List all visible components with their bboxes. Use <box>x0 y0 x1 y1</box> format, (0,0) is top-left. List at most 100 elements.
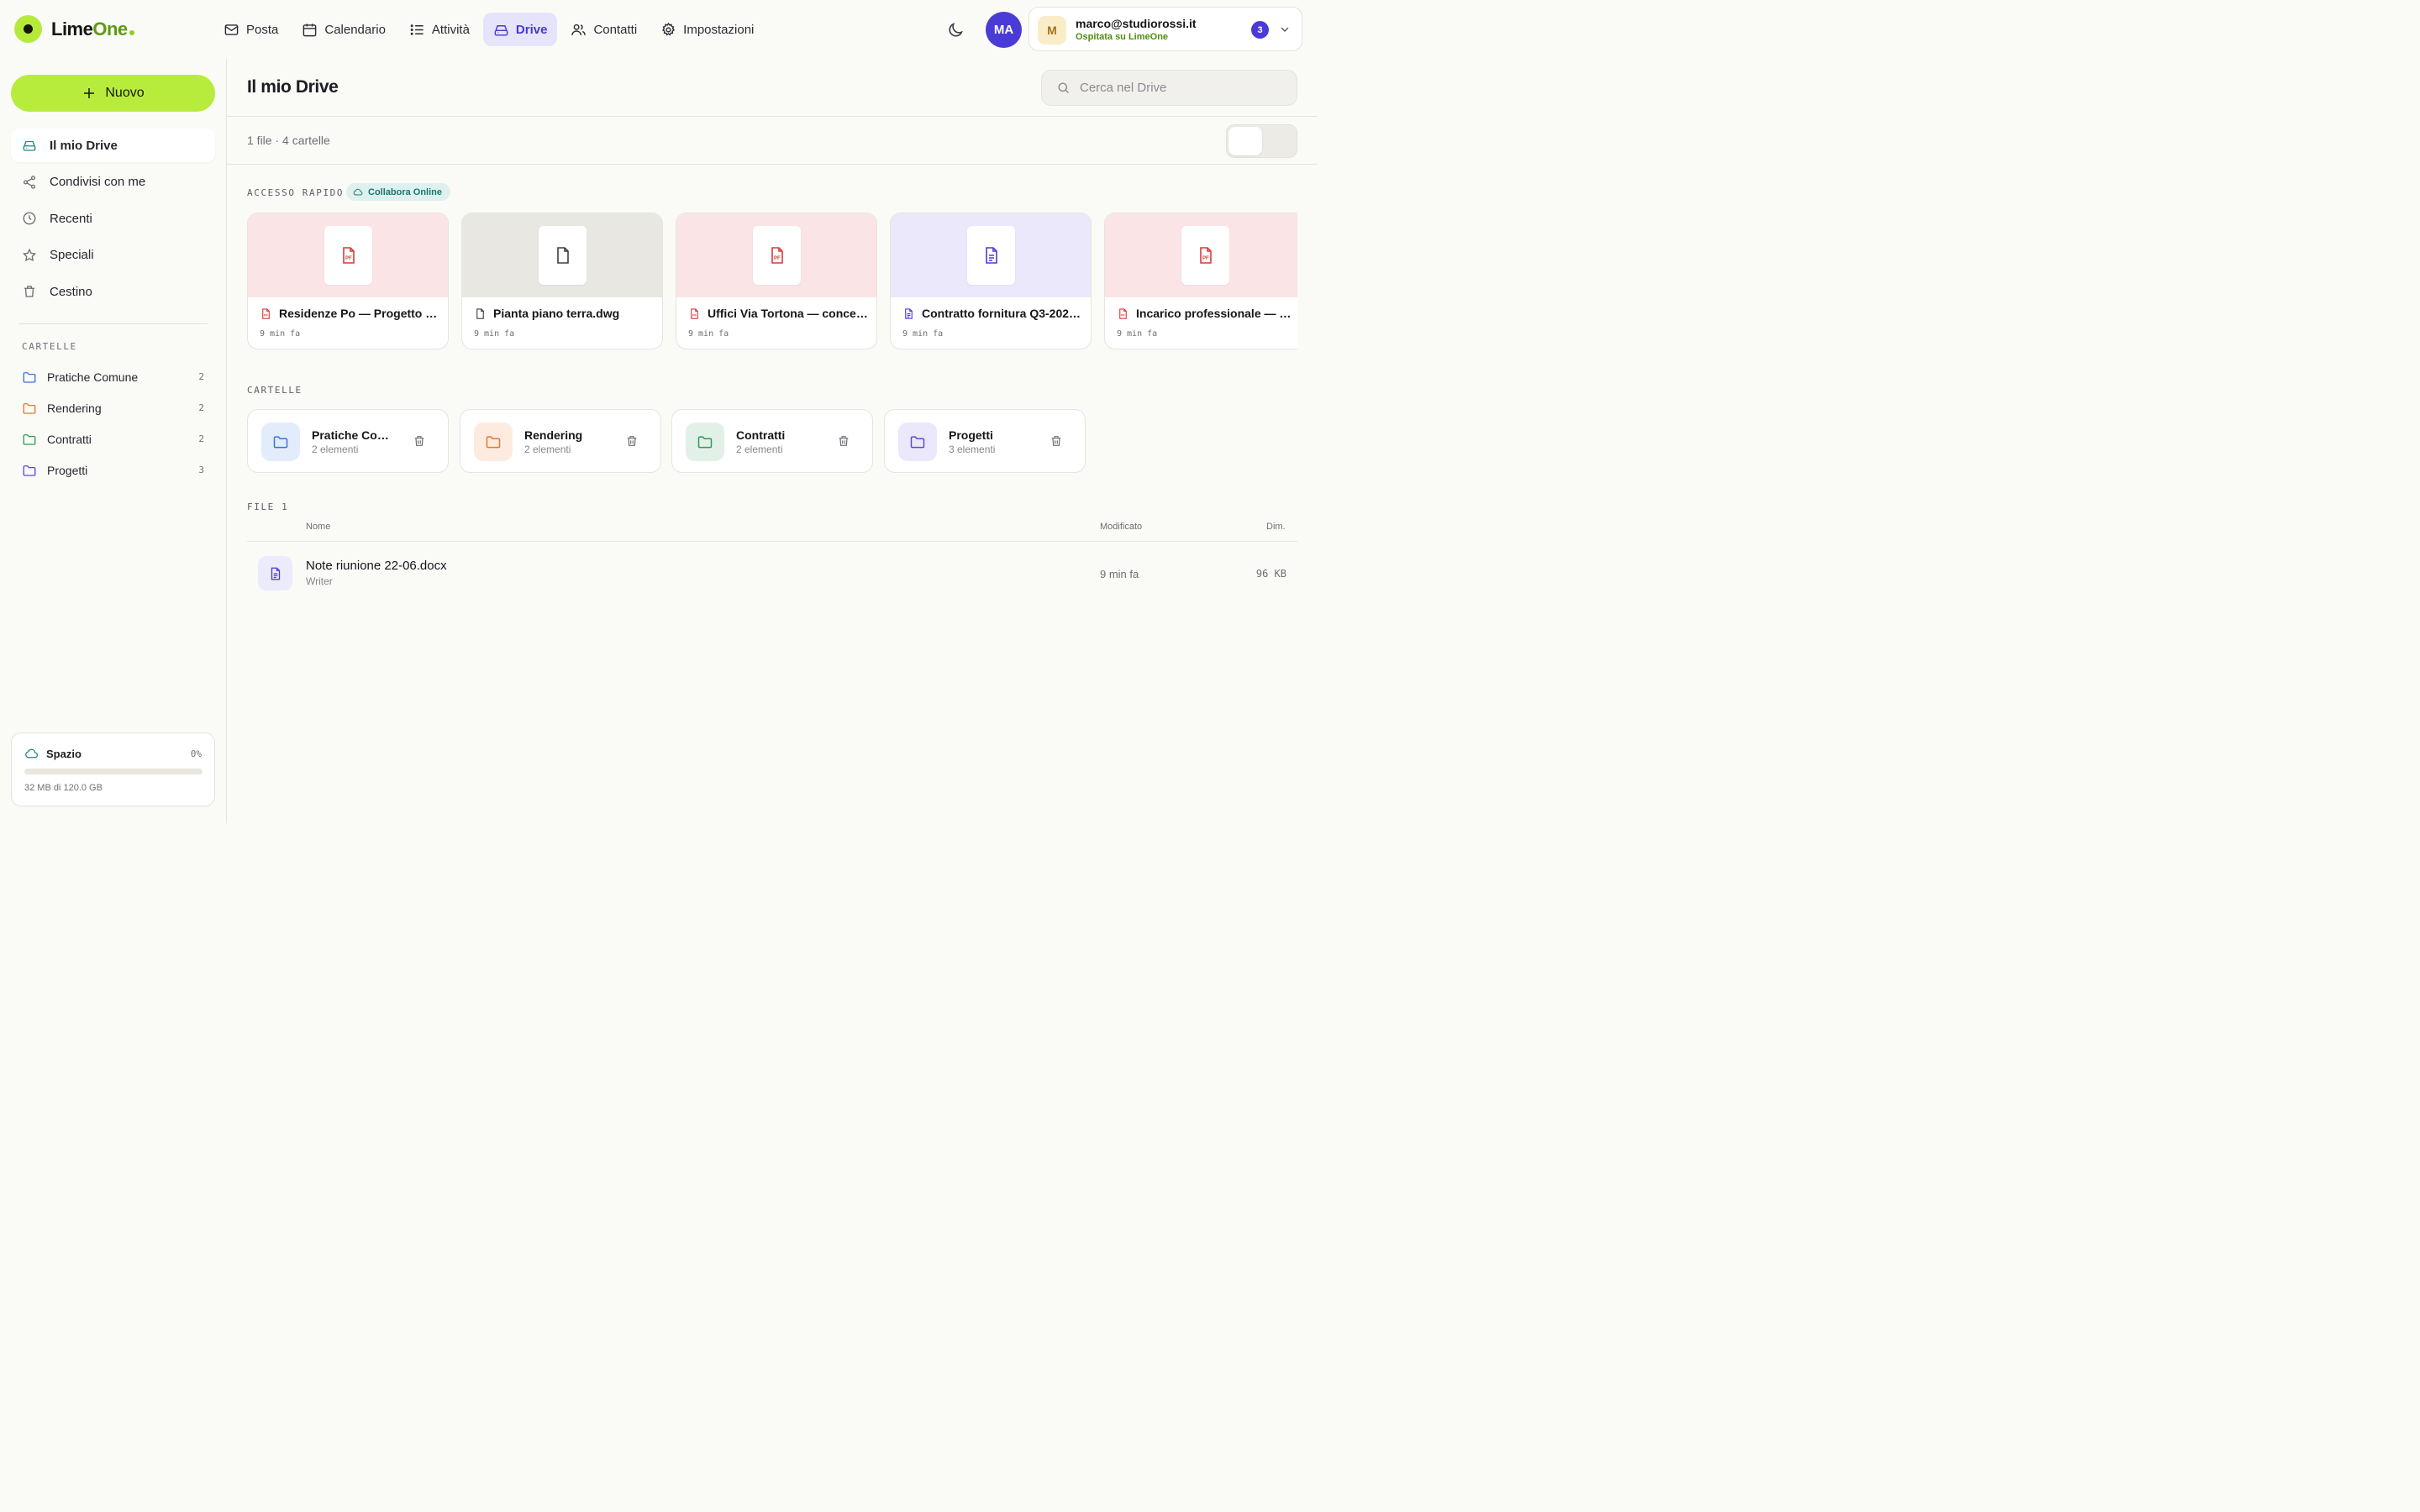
trash-icon[interactable] <box>837 434 850 448</box>
storage-progress-bar <box>24 769 203 774</box>
file-icon <box>556 247 569 264</box>
storage-label: Spazio <box>46 748 82 760</box>
file-size: 96 KB <box>1255 568 1286 580</box>
top-bar: LimeOne Posta Calendario Attività Drive … <box>0 0 1318 59</box>
sidebar-folder-progetti[interactable]: Progetti 3 <box>11 454 215 486</box>
share-icon <box>23 175 36 189</box>
quick-card[interactable]: PF PF Incarico professionale — H.pdf 9 mi… <box>1104 213 1297 349</box>
files-count: 1 <box>281 501 289 512</box>
column-header-modified[interactable]: Modificato <box>1100 522 1142 532</box>
calendar-icon <box>303 23 317 36</box>
account-switcher[interactable]: M marco@studiorossi.it Ospitata su LimeO… <box>1028 7 1302 51</box>
sidebar-item-shared[interactable]: Condivisi con me <box>11 165 215 199</box>
sidebar-item-recent[interactable]: Recenti <box>11 202 215 235</box>
folder-icon <box>910 436 925 449</box>
quick-card-thumbnail: PF <box>248 213 448 297</box>
file-type: Writer <box>306 575 333 587</box>
new-button[interactable]: Nuovo <box>11 75 215 112</box>
storage-detail: 32 MB di 120.0 GB <box>24 783 103 793</box>
cloud-icon <box>25 748 39 759</box>
folder-card-rendering[interactable]: Rendering 2 elementi <box>460 409 661 473</box>
star-icon <box>22 248 37 261</box>
sidebar-item-starred[interactable]: Speciali <box>11 239 215 272</box>
folder-count: 2 elementi <box>736 444 783 455</box>
account-email: marco@studiorossi.it <box>1076 17 1197 30</box>
nav-calendario[interactable]: Calendario <box>292 13 396 46</box>
column-header-name[interactable]: Nome <box>306 522 330 532</box>
quick-card-name: Residenze Po — Progetto esecutivo.pdf <box>279 307 439 320</box>
folder-icon-tile <box>898 423 937 461</box>
plus-icon <box>84 88 95 98</box>
brand-logo[interactable]: LimeOne <box>14 15 134 43</box>
folder-icon-tile <box>474 423 513 461</box>
folder-icon-tile <box>261 423 300 461</box>
brand-mark-icon <box>14 15 42 43</box>
folder-icon <box>23 371 36 383</box>
quick-card-name: Incarico professionale — H.pdf <box>1136 307 1297 320</box>
folder-count: 3 elementi <box>949 444 996 455</box>
nav-contatti[interactable]: Contatti <box>560 13 647 46</box>
user-avatar[interactable]: MA <box>986 12 1022 48</box>
quick-card-time: 9 min fa <box>474 329 515 339</box>
list-icon <box>410 24 424 35</box>
sidebar-folder-contratti[interactable]: Contratti 2 <box>11 423 215 454</box>
folder-icon <box>23 402 36 414</box>
sidebar-divider <box>18 323 208 324</box>
search-box[interactable] <box>1041 70 1297 106</box>
drive-summary: 1 file · 4 cartelle <box>247 134 330 147</box>
folder-name: Pratiche Comune <box>312 428 392 442</box>
quick-card[interactable]: PF PF Residenze Po — Progetto esecutivo.p… <box>247 213 449 349</box>
folder-card-contratti[interactable]: Contratti 2 elementi <box>671 409 873 473</box>
quick-card[interactable]: Pianta piano terra.dwg 9 min fa <box>461 213 663 349</box>
folder-icon-tile <box>686 423 724 461</box>
search-icon <box>1058 82 1070 94</box>
storage-widget: Spazio 0% 32 MB di 120.0 GB <box>11 732 215 806</box>
folder-icon <box>273 436 288 449</box>
table-row[interactable]: Note riunione 22-06.docx Writer 9 min fa… <box>247 550 1297 597</box>
quick-card-thumbnail: PF <box>1105 213 1297 297</box>
search-input[interactable] <box>1080 81 1281 95</box>
account-host: Ospitata su LimeOne <box>1076 32 1169 42</box>
nav-posta[interactable]: Posta <box>213 13 288 46</box>
column-header-size[interactable]: Dim. <box>1266 522 1286 532</box>
table-header-divider <box>247 541 1297 542</box>
quick-card-thumbnail <box>462 213 662 297</box>
quick-card[interactable]: Contratto fornitura Q3-2024.docx 9 min f… <box>890 213 1092 349</box>
trash-icon[interactable] <box>413 434 426 448</box>
view-toggle[interactable] <box>1226 124 1297 158</box>
document-icon <box>985 247 997 264</box>
svg-text:PF: PF <box>1202 256 1209 261</box>
dark-mode-toggle-icon[interactable] <box>946 21 965 39</box>
trash-icon[interactable] <box>1050 434 1063 448</box>
folder-icon <box>486 436 501 449</box>
quick-card[interactable]: PF PF Uffici Via Tortona — concept.pdf 9 … <box>676 213 877 349</box>
sidebar-item-my-drive[interactable]: Il mio Drive <box>11 129 215 162</box>
folder-card-pratiche-comune[interactable]: Pratiche Comune 2 elementi <box>247 409 449 473</box>
folder-name: Progetti <box>949 428 993 442</box>
files-heading: FILE 1 <box>247 501 289 512</box>
pdf-icon: PF <box>691 307 698 319</box>
sidebar-folder-pratiche-comune[interactable]: Pratiche Comune 2 <box>11 361 215 392</box>
trash-icon[interactable] <box>625 434 639 448</box>
svg-text:PF: PF <box>345 256 352 261</box>
nav-drive[interactable]: Drive <box>482 13 558 46</box>
storage-percent: 0% <box>190 748 202 759</box>
pdf-icon: PF <box>342 247 355 264</box>
quick-card-name: Pianta piano terra.dwg <box>493 307 620 320</box>
trash-icon <box>24 286 34 297</box>
folder-count: 2 elementi <box>524 444 571 455</box>
sidebar-item-trash[interactable]: Cestino <box>11 275 215 308</box>
toolbar-divider <box>227 164 1318 165</box>
nav-impostazioni[interactable]: Impostazioni <box>650 13 764 46</box>
quick-access-list: PF PF Residenze Po — Progetto esecutivo.p… <box>247 213 1297 351</box>
sidebar-nav: Il mio Drive Condivisi con me Recenti Sp… <box>11 129 215 312</box>
sidebar-folder-rendering[interactable]: Rendering 2 <box>11 392 215 423</box>
folder-card-progetti[interactable]: Progetti 3 elementi <box>884 409 1086 473</box>
file-icon <box>476 307 484 319</box>
header-divider <box>227 116 1318 117</box>
quick-card-thumbnail: PF <box>676 213 876 297</box>
folder-name: Contratti <box>736 428 786 442</box>
nav-attivita[interactable]: Attività <box>399 13 480 46</box>
account-count-badge: 3 <box>1251 21 1269 39</box>
pdf-icon: PF <box>771 247 783 264</box>
